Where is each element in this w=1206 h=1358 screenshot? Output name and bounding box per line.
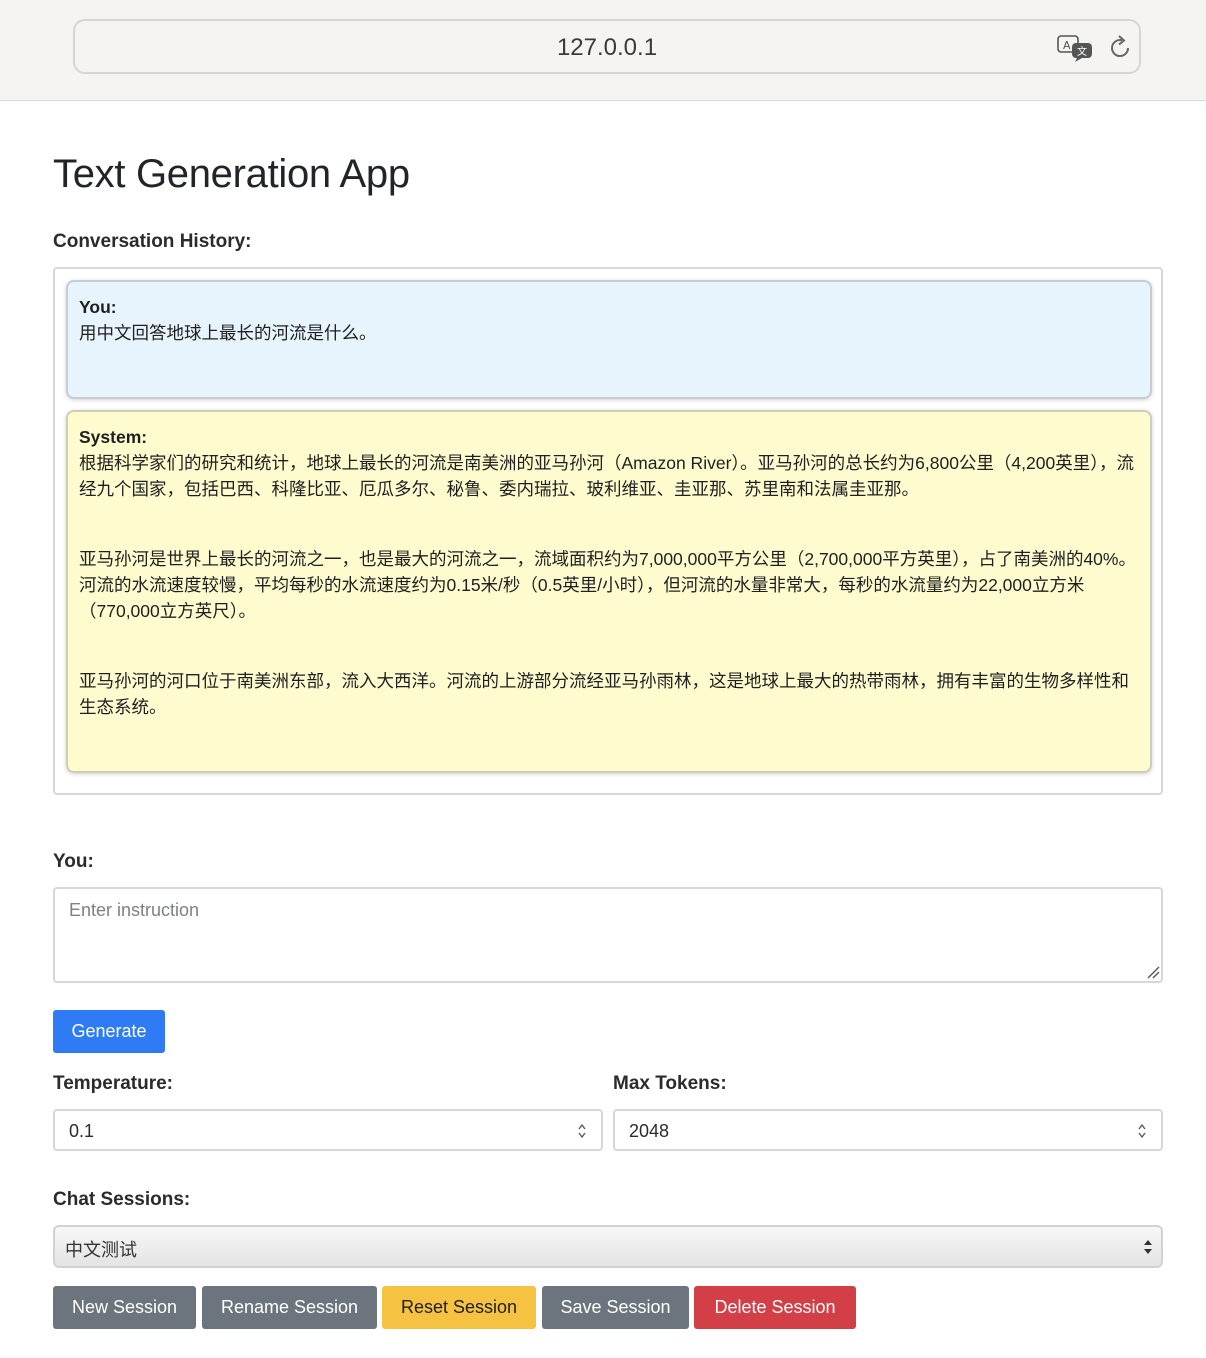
delete-session-button[interactable]: Delete Session xyxy=(694,1286,856,1329)
temperature-input[interactable]: 0.1 xyxy=(53,1109,603,1151)
message-role: System: xyxy=(79,427,148,447)
url-text: 127.0.0.1 xyxy=(556,34,658,61)
system-message: System: 根据科学家们的研究和统计，地球上最长的河流是南美洲的亚马孙河（A… xyxy=(66,410,1152,773)
svg-text:文: 文 xyxy=(1077,45,1087,58)
user-message: You: 用中文回答地球上最长的河流是什么。 xyxy=(66,280,1152,399)
instruction-label: You: xyxy=(53,851,94,872)
stepper-icon[interactable] xyxy=(577,1123,587,1139)
rename-session-button[interactable]: Rename Session xyxy=(202,1286,377,1329)
reset-session-button[interactable]: Reset Session xyxy=(382,1286,536,1329)
max-tokens-input[interactable]: 2048 xyxy=(613,1109,1163,1151)
svg-text:A: A xyxy=(1063,39,1071,52)
chat-sessions-label: Chat Sessions: xyxy=(53,1189,191,1210)
message-text: 根据科学家们的研究和统计，地球上最长的河流是南美洲的亚马孙河（Amazon Ri… xyxy=(79,453,1134,499)
conversation-history[interactable]: You: 用中文回答地球上最长的河流是什么。 System: 根据科学家们的研究… xyxy=(53,267,1163,795)
temperature-label: Temperature: xyxy=(53,1073,174,1094)
max-tokens-value: 2048 xyxy=(629,1121,670,1141)
save-session-button[interactable]: Save Session xyxy=(542,1286,689,1329)
message-text: 亚马孙河是世界上最长的河流之一，也是最大的河流之一，流域面积约为7,000,00… xyxy=(79,549,1136,621)
new-session-button[interactable]: New Session xyxy=(53,1286,196,1329)
select-arrows-icon xyxy=(1144,1240,1152,1254)
generate-button[interactable]: Generate xyxy=(53,1010,165,1053)
max-tokens-label: Max Tokens: xyxy=(613,1073,727,1094)
message-text: 用中文回答地球上最长的河流是什么。 xyxy=(79,323,377,343)
reload-icon[interactable] xyxy=(1106,34,1134,62)
stepper-icon[interactable] xyxy=(1137,1123,1147,1139)
page-title: Text Generation App xyxy=(53,152,410,196)
conversation-history-label: Conversation History: xyxy=(53,231,252,252)
message-role: You: xyxy=(79,297,117,317)
translate-icon[interactable]: A 文 xyxy=(1057,34,1095,62)
address-bar[interactable]: 127.0.0.1 A 文 xyxy=(73,19,1141,74)
session-select[interactable]: 中文测试 xyxy=(53,1225,1163,1268)
resize-handle-icon[interactable] xyxy=(1146,965,1160,979)
temperature-value: 0.1 xyxy=(69,1121,95,1141)
browser-toolbar: 127.0.0.1 A 文 xyxy=(0,0,1206,101)
message-text: 亚马孙河的河口位于南美洲东部，流入大西洋。河流的上游部分流经亚马孙雨林，这是地球… xyxy=(79,671,1129,717)
instruction-input[interactable] xyxy=(53,887,1163,983)
selected-session: 中文测试 xyxy=(65,1240,137,1260)
